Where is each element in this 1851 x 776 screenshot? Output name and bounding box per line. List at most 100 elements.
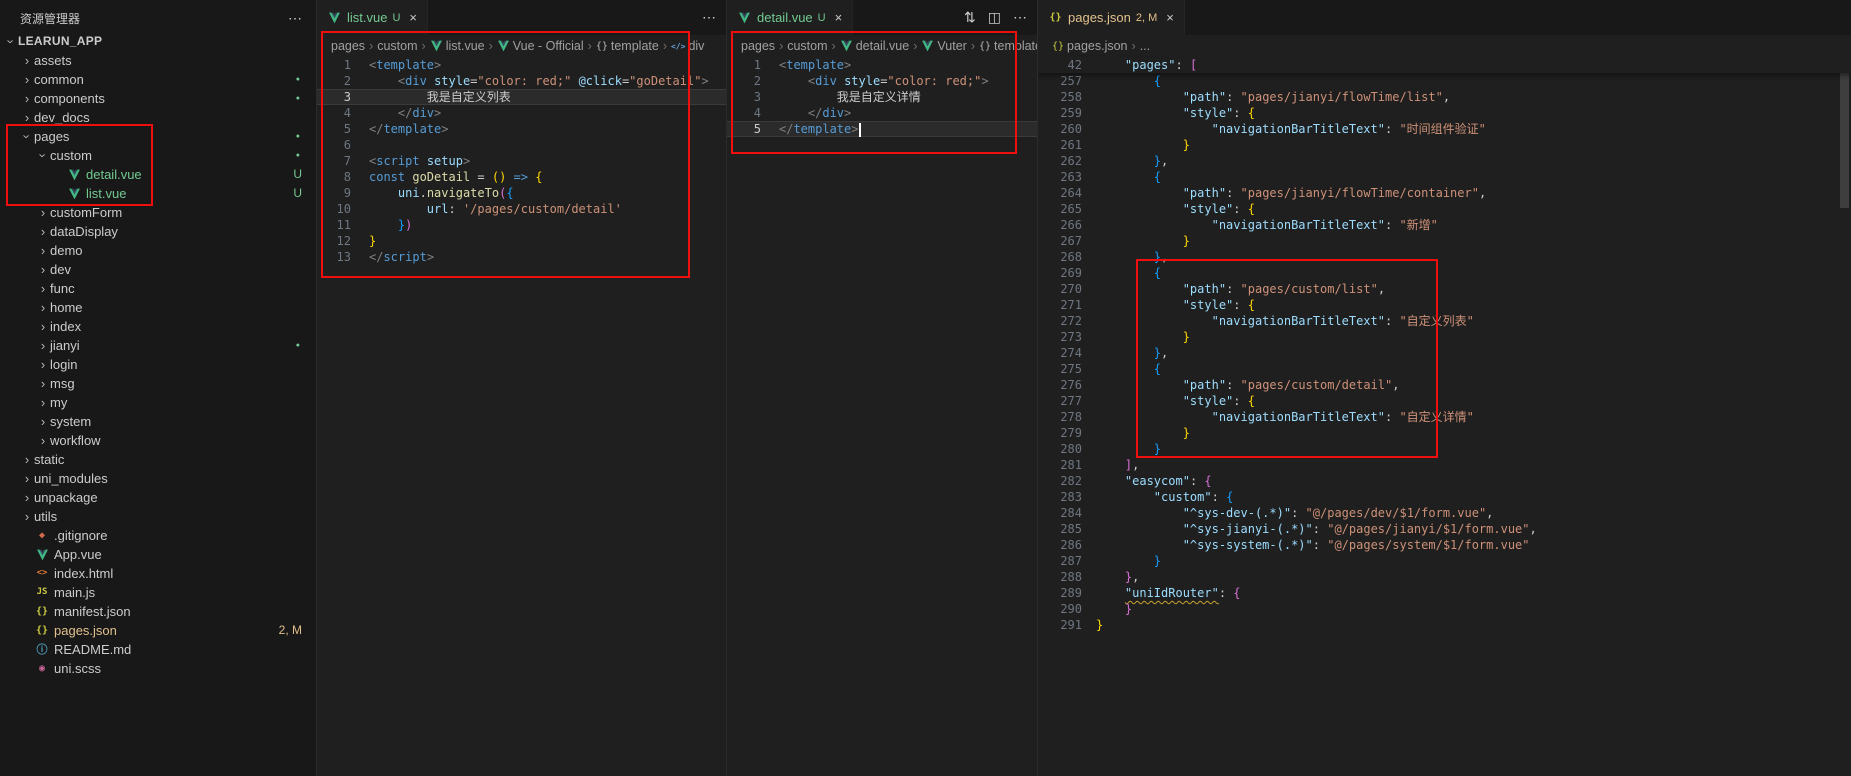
- code-line[interactable]: 288 },: [1038, 569, 1851, 585]
- close-icon[interactable]: ×: [835, 10, 843, 25]
- code-line[interactable]: 8const goDetail = () => {: [317, 169, 726, 185]
- breadcrumb-item[interactable]: Vuter: [921, 39, 966, 53]
- breadcrumb-item[interactable]: list.vue: [430, 39, 485, 53]
- code-line[interactable]: 260 "navigationBarTitleText": "时间组件验证": [1038, 121, 1851, 137]
- code-line[interactable]: 4 </div>: [317, 105, 726, 121]
- more-actions-icon[interactable]: ⋯: [1013, 9, 1027, 26]
- tree-item-assets[interactable]: ›assets: [0, 51, 316, 70]
- tree-item-pages.json[interactable]: {}pages.json2, M: [0, 621, 316, 640]
- close-icon[interactable]: ×: [1166, 10, 1174, 25]
- tree-item-manifest.json[interactable]: {}manifest.json: [0, 602, 316, 621]
- code-line[interactable]: 272 "navigationBarTitleText": "自定义列表": [1038, 313, 1851, 329]
- code-line[interactable]: 264 "path": "pages/jianyi/flowTime/conta…: [1038, 185, 1851, 201]
- code-line[interactable]: 263 {: [1038, 169, 1851, 185]
- breadcrumb-item[interactable]: custom: [377, 39, 417, 53]
- tree-item-index[interactable]: ›index: [0, 317, 316, 336]
- code-line[interactable]: 5</template>: [727, 121, 1037, 137]
- code-line[interactable]: 274 },: [1038, 345, 1851, 361]
- code-line[interactable]: 12}: [317, 233, 726, 249]
- code-line[interactable]: 289 "uniIdRouter": {: [1038, 585, 1851, 601]
- code-line[interactable]: 6: [317, 137, 726, 153]
- tree-item-pages[interactable]: ›pages●: [0, 127, 316, 146]
- tree-item-dev[interactable]: ›dev: [0, 260, 316, 279]
- code-line[interactable]: 2 <div style="color: red;" @click="goDet…: [317, 73, 726, 89]
- code-line[interactable]: 1<template>: [317, 57, 726, 73]
- code-line[interactable]: 2 <div style="color: red;">: [727, 73, 1037, 89]
- code-line[interactable]: 1<template>: [727, 57, 1037, 73]
- tree-item-uni_modules[interactable]: ›uni_modules: [0, 469, 316, 488]
- tree-item-system[interactable]: ›system: [0, 412, 316, 431]
- tree-item-common[interactable]: ›common●: [0, 70, 316, 89]
- code-line[interactable]: 270 "path": "pages/custom/list",: [1038, 281, 1851, 297]
- code-line[interactable]: 281 ],: [1038, 457, 1851, 473]
- tree-item-unpackage[interactable]: ›unpackage: [0, 488, 316, 507]
- tree-item-customForm[interactable]: ›customForm: [0, 203, 316, 222]
- tree-item-uni.scss[interactable]: ◉uni.scss: [0, 659, 316, 678]
- code-line[interactable]: 269 {: [1038, 265, 1851, 281]
- code-line[interactable]: 11 }): [317, 217, 726, 233]
- tree-item-dev_docs[interactable]: ›dev_docs: [0, 108, 316, 127]
- tree-item-components[interactable]: ›components●: [0, 89, 316, 108]
- breadcrumb-item[interactable]: pages: [741, 39, 775, 53]
- tree-item-msg[interactable]: ›msg: [0, 374, 316, 393]
- breadcrumb-item[interactable]: </>div: [671, 39, 704, 53]
- tree-item-.gitignore[interactable]: ◆.gitignore: [0, 526, 316, 545]
- breadcrumb-item[interactable]: ...: [1140, 39, 1150, 53]
- tree-item-workflow[interactable]: ›workflow: [0, 431, 316, 450]
- split-editor-icon[interactable]: ◫: [988, 9, 1001, 26]
- tab-list-vue[interactable]: list.vue U ×: [317, 0, 428, 35]
- tab-detail-vue[interactable]: detail.vue U ×: [727, 0, 853, 35]
- tree-item-func[interactable]: ›func: [0, 279, 316, 298]
- code-line[interactable]: 277 "style": {: [1038, 393, 1851, 409]
- code-line[interactable]: 257 {: [1038, 73, 1851, 89]
- code-line[interactable]: 7<script setup>: [317, 153, 726, 169]
- tree-item-static[interactable]: ›static: [0, 450, 316, 469]
- code-line[interactable]: 259 "style": {: [1038, 105, 1851, 121]
- code-line[interactable]: 284 "^sys-dev-(.*)": "@/pages/dev/$1/for…: [1038, 505, 1851, 521]
- code-line[interactable]: 13</script>: [317, 249, 726, 265]
- code-line[interactable]: 271 "style": {: [1038, 297, 1851, 313]
- tab-pages-json[interactable]: {} pages.json 2, M ×: [1038, 0, 1185, 35]
- compare-changes-icon[interactable]: ⇅: [964, 9, 976, 26]
- breadcrumb-item[interactable]: pages: [331, 39, 365, 53]
- code-line[interactable]: 42 "pages": [: [1038, 57, 1851, 73]
- tree-item-index.html[interactable]: <>index.html: [0, 564, 316, 583]
- breadcrumb-item[interactable]: detail.vue: [840, 39, 910, 53]
- tree-item-LEARUN_APP[interactable]: ›LEARUN_APP: [0, 32, 316, 51]
- code-line[interactable]: 287 }: [1038, 553, 1851, 569]
- code-line[interactable]: 278 "navigationBarTitleText": "自定义详情": [1038, 409, 1851, 425]
- code-line[interactable]: 3 我是自定义列表: [317, 89, 726, 105]
- code-line[interactable]: 265 "style": {: [1038, 201, 1851, 217]
- code-line[interactable]: 261 }: [1038, 137, 1851, 153]
- code-line[interactable]: 10 url: '/pages/custom/detail': [317, 201, 726, 217]
- code-line[interactable]: 279 }: [1038, 425, 1851, 441]
- code-line[interactable]: 285 "^sys-jianyi-(.*)": "@/pages/jianyi/…: [1038, 521, 1851, 537]
- tree-item-list.vue[interactable]: list.vueU: [0, 184, 316, 203]
- code-line[interactable]: 9 uni.navigateTo({: [317, 185, 726, 201]
- code-line[interactable]: 283 "custom": {: [1038, 489, 1851, 505]
- code-line[interactable]: 268 },: [1038, 249, 1851, 265]
- code-line[interactable]: 286 "^sys-system-(.*)": "@/pages/system/…: [1038, 537, 1851, 553]
- tree-item-dataDisplay[interactable]: ›dataDisplay: [0, 222, 316, 241]
- tree-item-login[interactable]: ›login: [0, 355, 316, 374]
- code-line[interactable]: 273 }: [1038, 329, 1851, 345]
- more-actions-icon[interactable]: ⋯: [702, 9, 716, 26]
- code-line[interactable]: 275 {: [1038, 361, 1851, 377]
- breadcrumb-item[interactable]: {}pages.json: [1052, 39, 1128, 53]
- tree-item-README.md[interactable]: ⓘREADME.md: [0, 640, 316, 659]
- breadcrumb-item[interactable]: Vue - Official: [497, 39, 584, 53]
- scrollbar[interactable]: [1840, 58, 1849, 208]
- code-line[interactable]: 280 }: [1038, 441, 1851, 457]
- more-actions-icon[interactable]: ⋯: [288, 10, 302, 27]
- tree-item-main.js[interactable]: JSmain.js: [0, 583, 316, 602]
- code-line[interactable]: 276 "path": "pages/custom/detail",: [1038, 377, 1851, 393]
- code-line[interactable]: 267 }: [1038, 233, 1851, 249]
- tree-item-demo[interactable]: ›demo: [0, 241, 316, 260]
- tree-item-home[interactable]: ›home: [0, 298, 316, 317]
- tree-item-my[interactable]: ›my: [0, 393, 316, 412]
- close-icon[interactable]: ×: [409, 10, 417, 25]
- breadcrumb-item[interactable]: {}template: [596, 39, 659, 53]
- code-line[interactable]: 291}: [1038, 617, 1851, 633]
- breadcrumb-item[interactable]: custom: [787, 39, 827, 53]
- code-line[interactable]: 3 我是自定义详情: [727, 89, 1037, 105]
